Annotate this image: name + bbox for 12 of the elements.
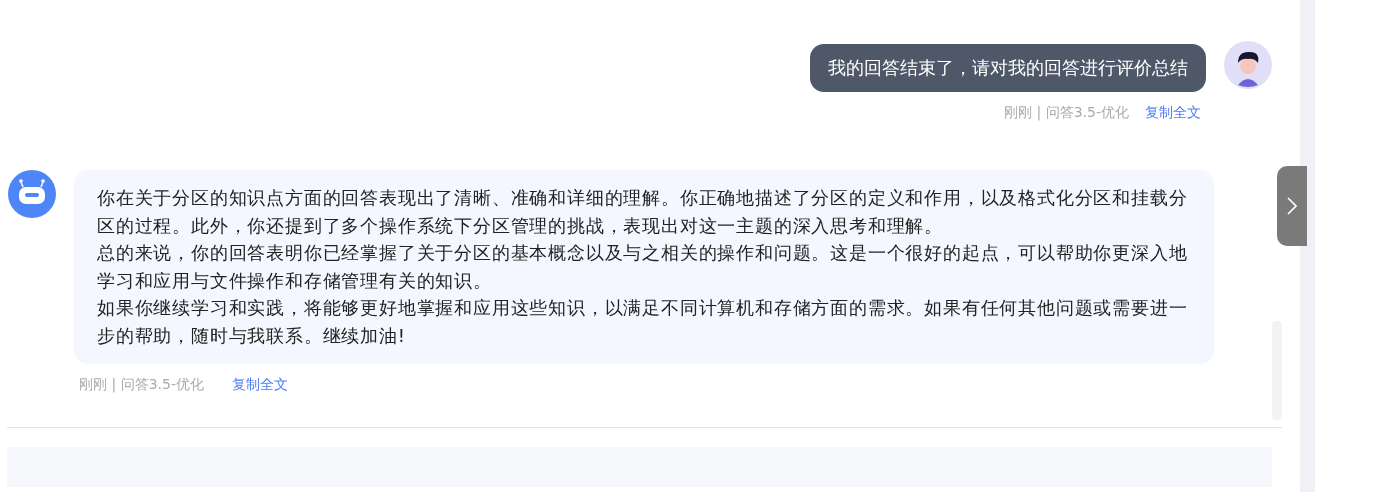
user-avatar [1224, 41, 1272, 89]
message-meta: 刚刚 | 问答3.5-优化 [79, 375, 204, 394]
copy-link[interactable]: 复制全文 [231, 375, 288, 394]
robot-avatar [8, 170, 56, 218]
reply-paragraph: 如果你继续学习和实践，将能够更好地掌握和应用这些知识，以满足不同计算机和存储方面的需求。如果有任何其他问题或需要进一步的帮助，随时与我联系。继续加油! [97, 296, 1188, 348]
message-meta: 刚刚 | 问答3.5-优化 [1004, 104, 1129, 122]
reply-paragraph: 总的来说，你的回答表明你已经掌握了关于分区的基本概念以及与之相关的操作和问题。这是一个很好的起点，可以帮助你更深入地学习和应用与文件操作和存储管理有关的知识。 [97, 241, 1188, 293]
expand-tab[interactable] [1277, 166, 1307, 246]
reply-paragraph: 你在关于分区的知识点方面的回答表现出了清晰、准确和详细的理解。你正确地描述了分区的定义和作用，以及格式化分区和挂载分区的过程。此外，你还提到了多个操作系统下分区管理的挑战，表现出对这一主题的深入思考和理解。 [97, 186, 1188, 238]
user-message: 我的回答结束了，请对我的回答进行评价总结 [810, 44, 1206, 92]
chevron-right-icon [1287, 197, 1297, 215]
copy-link[interactable]: 复制全文 [1145, 104, 1201, 122]
